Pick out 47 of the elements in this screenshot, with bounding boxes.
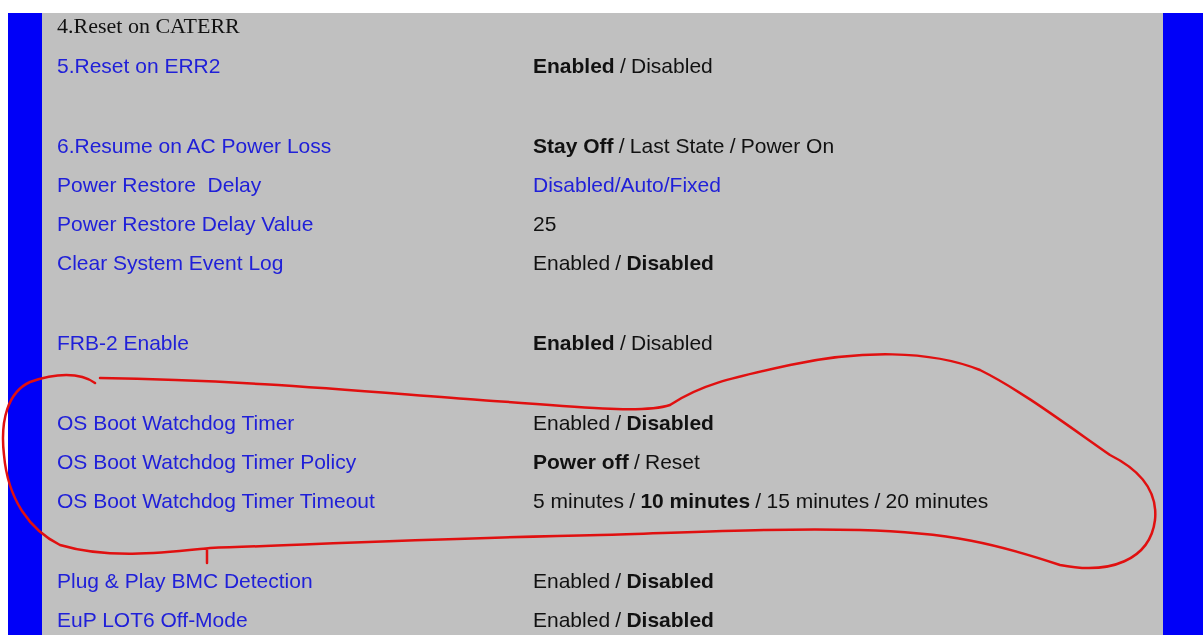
separator: / — [874, 488, 881, 512]
option[interactable]: 5 minutes — [533, 488, 625, 512]
option[interactable]: Enabled — [533, 607, 611, 631]
setting-value: 25 — [533, 211, 557, 236]
separator: / — [619, 330, 626, 354]
separator: / — [615, 607, 622, 631]
option[interactable]: Reset — [645, 449, 700, 473]
setting-label: FRB-2 Enable — [57, 330, 190, 355]
option[interactable]: 20 minutes — [885, 488, 989, 512]
option[interactable]: Enabled — [533, 410, 611, 434]
option[interactable]: Enabled — [533, 568, 611, 592]
setting-label: EuP LOT6 Off-Mode — [57, 607, 249, 632]
option[interactable]: Disabled — [631, 53, 713, 77]
setting-label: 5.Reset on ERR2 — [57, 53, 222, 78]
section-heading: 4.Reset on CATERR — [57, 12, 240, 39]
option[interactable]: Disabled — [631, 330, 713, 354]
separator: / — [618, 133, 625, 157]
selected-option[interactable]: Enabled — [533, 330, 615, 354]
selected-option[interactable]: Disabled — [626, 568, 714, 592]
option[interactable]: 15 minutes — [766, 488, 870, 512]
separator: / — [629, 488, 636, 512]
selected-option[interactable]: Stay Off — [533, 133, 614, 157]
separator: / — [619, 53, 626, 77]
selected-option[interactable]: 10 minutes — [640, 488, 751, 512]
setting-label: Power Restore Delay — [57, 172, 263, 197]
selected-option[interactable]: Disabled — [626, 410, 714, 434]
setting-label: OS Boot Watchdog Timer — [57, 410, 296, 435]
separator: / — [615, 410, 622, 434]
separator: / — [755, 488, 762, 512]
option[interactable]: Last State — [629, 133, 725, 157]
setting-label: OS Boot Watchdog Timer Timeout — [57, 488, 376, 513]
separator: / — [633, 449, 640, 473]
setting-label: Clear System Event Log — [57, 250, 285, 275]
setting-label: 6.Resume on AC Power Loss — [57, 133, 333, 158]
setting-label: Plug & Play BMC Detection — [57, 568, 314, 593]
setting-label: OS Boot Watchdog Timer Policy — [57, 449, 358, 474]
option[interactable]: Enabled — [533, 250, 611, 274]
selected-option[interactable]: Disabled — [626, 250, 714, 274]
setting-label: Power Restore Delay Value — [57, 211, 315, 236]
selected-option[interactable]: Disabled — [626, 607, 714, 631]
separator: / — [615, 568, 622, 592]
option-values: Disabled/Auto/Fixed — [533, 172, 721, 197]
separator: / — [729, 133, 736, 157]
option[interactable]: Power On — [740, 133, 835, 157]
selected-option[interactable]: Enabled — [533, 53, 615, 77]
separator: / — [615, 250, 622, 274]
selected-option[interactable]: Power off — [533, 449, 629, 473]
